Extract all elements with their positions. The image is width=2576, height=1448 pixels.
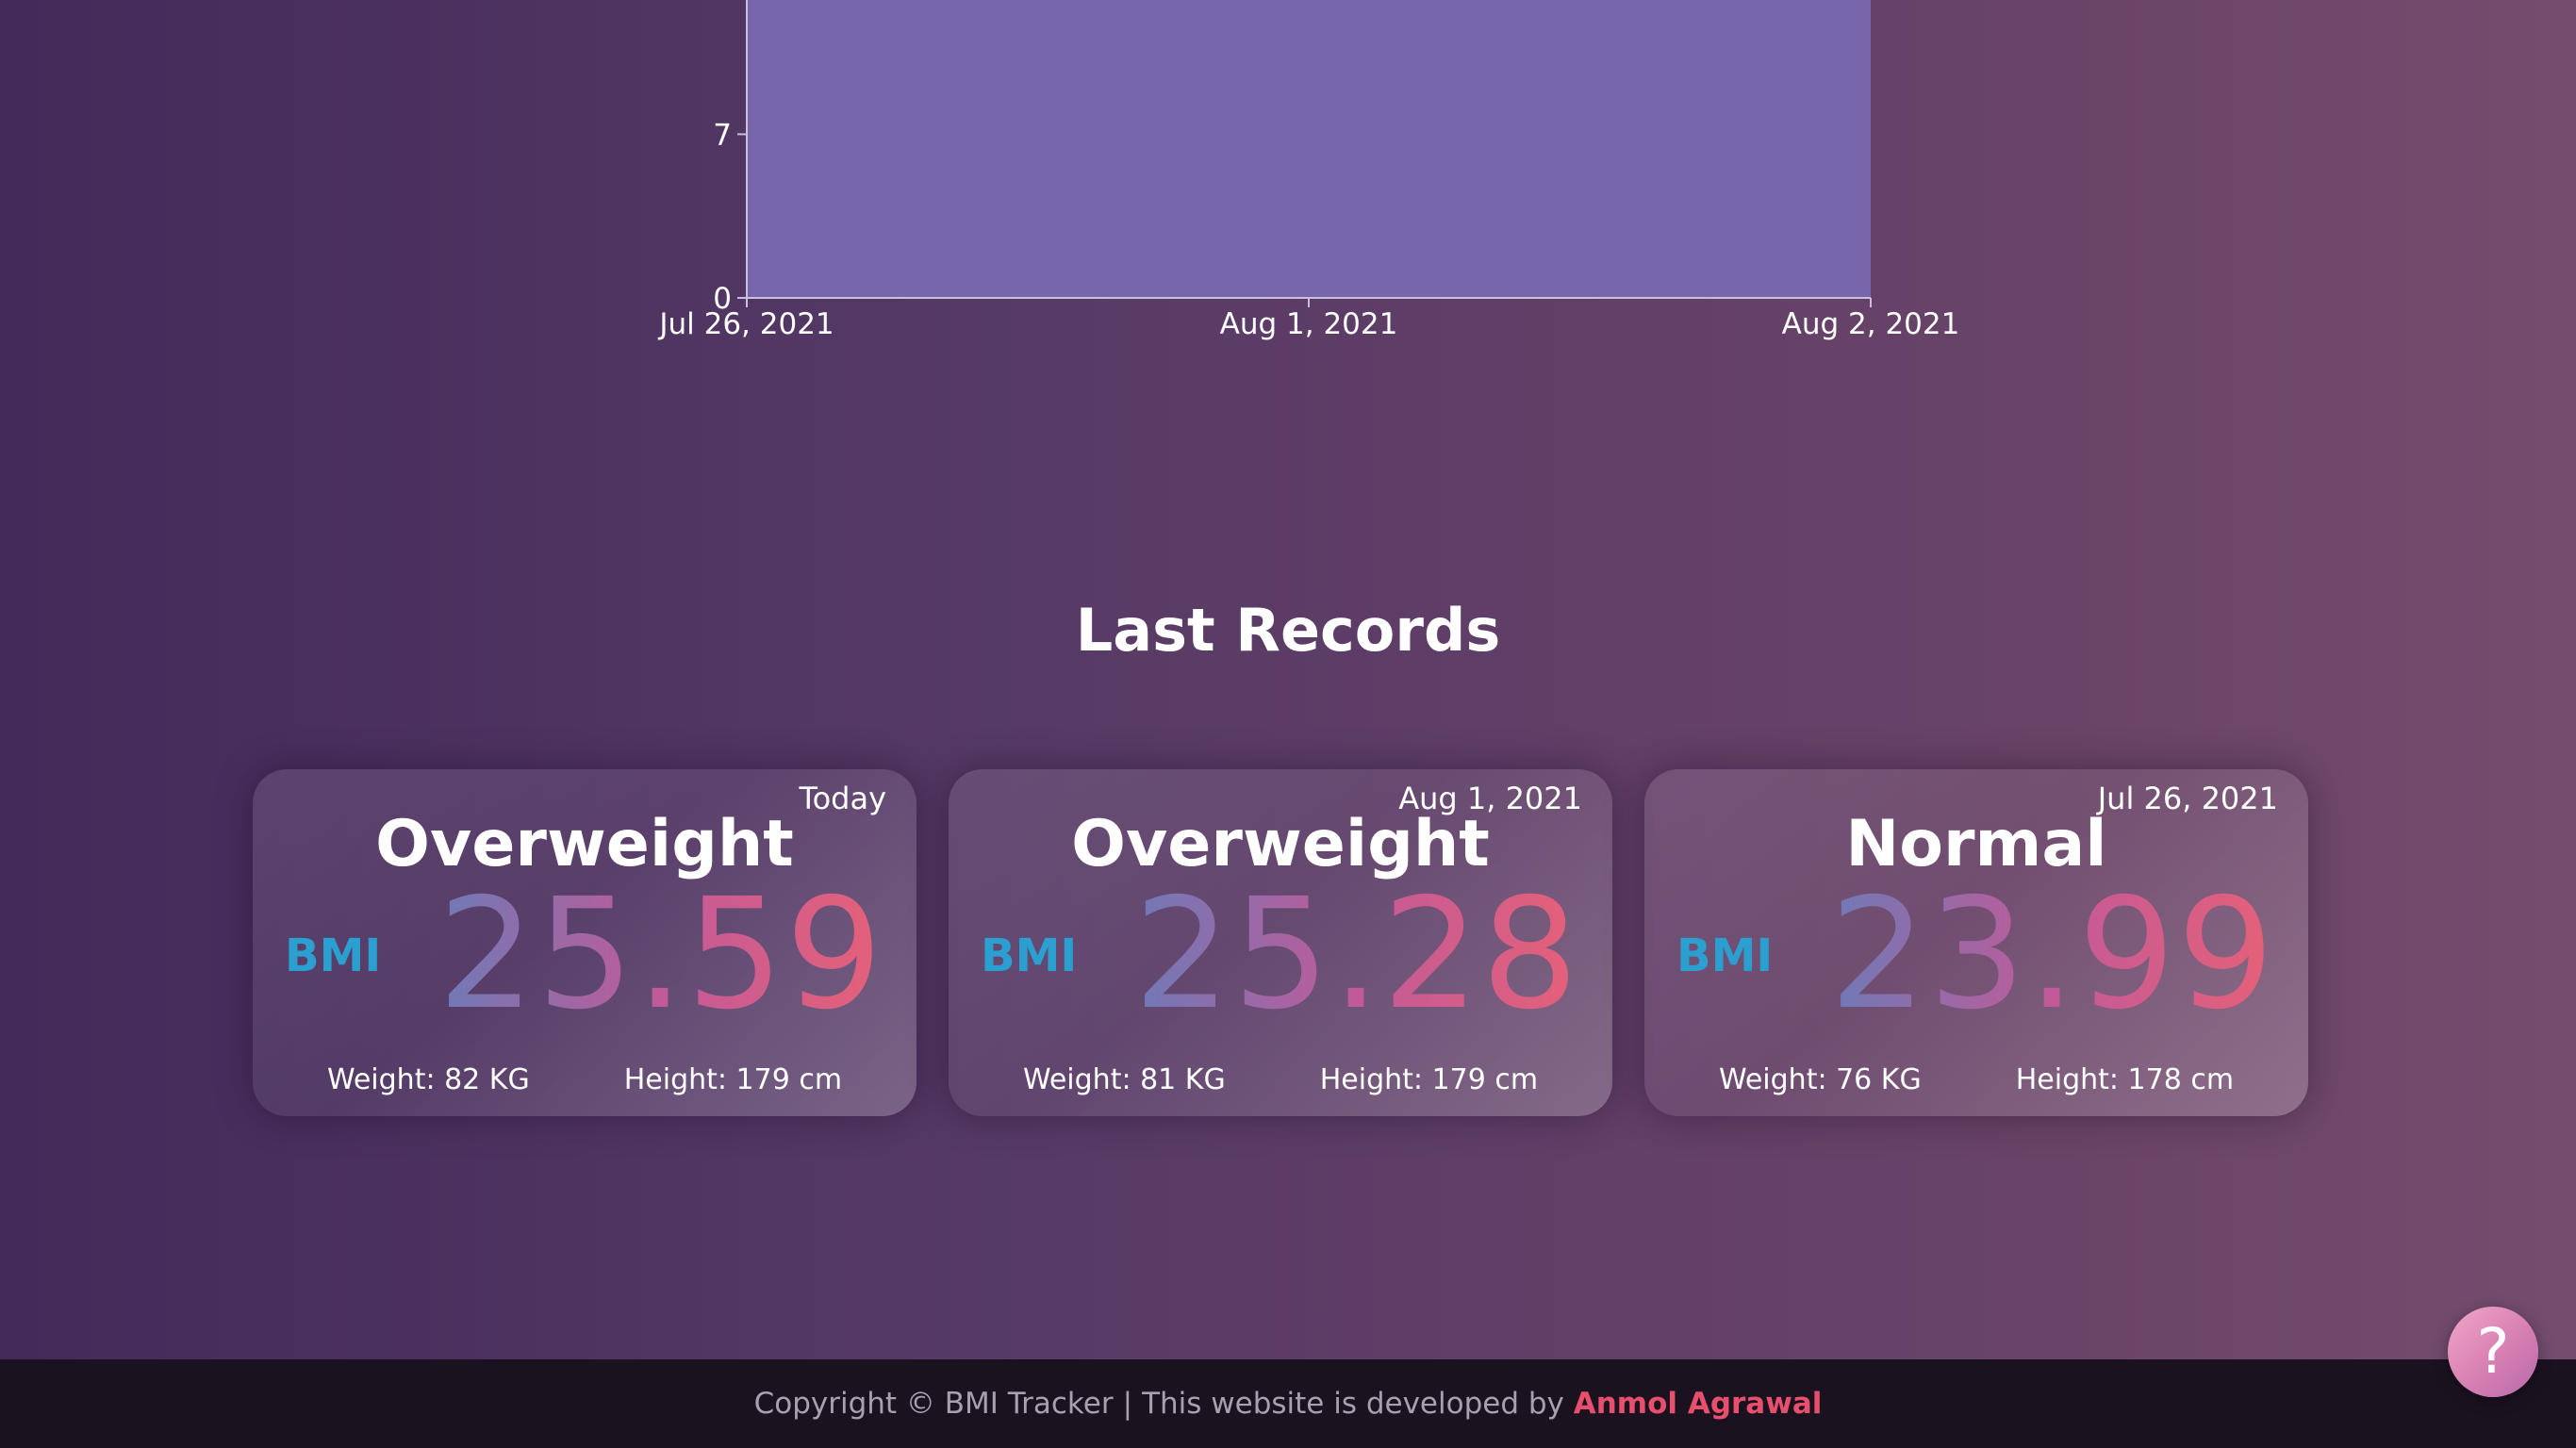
- record-height: Height: 178 cm: [2015, 1063, 2235, 1096]
- last-records-title: Last Records: [1075, 596, 1501, 665]
- help-button[interactable]: ?: [2448, 1307, 2538, 1397]
- chart-x-tick-label: Aug 2, 2021: [1782, 307, 1960, 341]
- record-height: Height: 179 cm: [1319, 1063, 1539, 1096]
- records-list: Today Overweight BMI 25.59 Weight: 82 KG…: [253, 769, 2308, 1116]
- footer-copyright: Copyright © BMI Tracker: [753, 1387, 1114, 1421]
- footer-separator: |: [1122, 1387, 1133, 1421]
- footer: Copyright © BMI Tracker | This website i…: [0, 1359, 2576, 1448]
- chart-y-tick-label: 7: [713, 118, 732, 152]
- record-weight: Weight: 82 KG: [326, 1063, 530, 1096]
- chart-x-tick-label: Jul 26, 2021: [657, 307, 834, 341]
- bmi-value: 25.59: [438, 864, 884, 1046]
- footer-developed-by: This website is developed by: [1142, 1387, 1564, 1421]
- record-stats: Weight: 82 KG Height: 179 cm: [253, 1063, 916, 1096]
- bmi-label: BMI: [285, 930, 382, 982]
- chart-x-tick-label: Aug 1, 2021: [1220, 307, 1398, 341]
- author-link[interactable]: Anmol Agrawal: [1574, 1387, 1823, 1421]
- record-stats: Weight: 81 KG Height: 179 cm: [949, 1063, 1612, 1096]
- question-mark-icon: ?: [2476, 1315, 2510, 1388]
- chart-area-series-0: [747, 0, 1871, 298]
- record-height: Height: 179 cm: [623, 1063, 843, 1096]
- record-card[interactable]: Today Overweight BMI 25.59 Weight: 82 KG…: [253, 769, 916, 1116]
- record-card[interactable]: Jul 26, 2021 Normal BMI 23.99 Weight: 76…: [1644, 769, 2308, 1116]
- bmi-value: 23.99: [1829, 864, 2276, 1046]
- record-weight: Weight: 81 KG: [1022, 1063, 1226, 1096]
- record-card[interactable]: Aug 1, 2021 Overweight BMI 25.28 Weight:…: [949, 769, 1612, 1116]
- bmi-label: BMI: [981, 930, 1078, 982]
- bmi-history-chart: 07Jul 26, 2021 Aug 1, 2021 Aug 2, 2021: [657, 0, 1960, 341]
- bmi-label: BMI: [1676, 930, 1774, 982]
- record-weight: Weight: 76 KG: [1718, 1063, 1922, 1096]
- record-stats: Weight: 76 KG Height: 178 cm: [1644, 1063, 2308, 1096]
- bmi-value: 25.28: [1133, 864, 1580, 1046]
